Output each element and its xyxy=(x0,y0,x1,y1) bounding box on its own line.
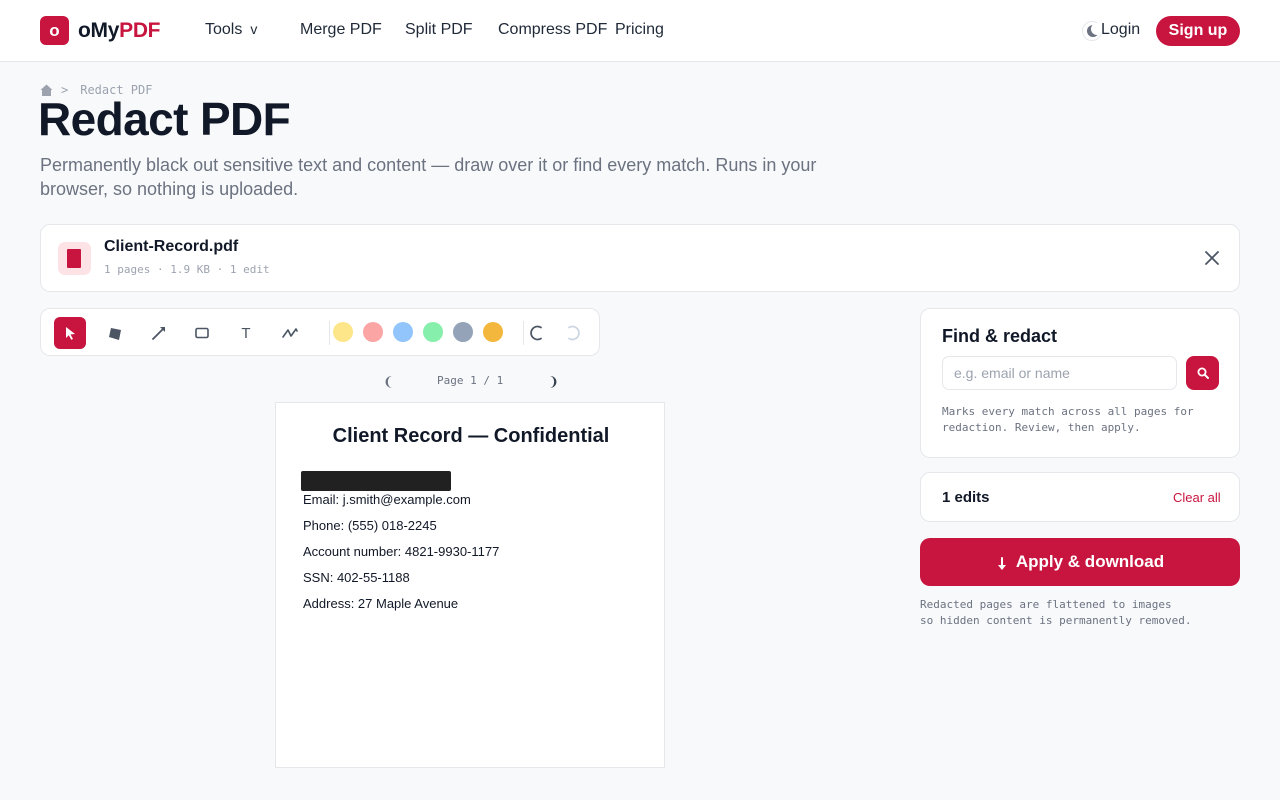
document-line: SSN: 402-55-1188 xyxy=(303,570,410,585)
select-tool-button[interactable] xyxy=(54,317,86,349)
redo-icon xyxy=(568,325,580,341)
undo-icon xyxy=(530,325,542,341)
file-card: Client-Record.pdf 1 pages · 1.9 KB · 1 e… xyxy=(40,224,1240,292)
previous-page-button[interactable]: ❨ xyxy=(383,374,394,390)
document-line: Address: 27 Maple Avenue xyxy=(303,596,459,611)
nav-merge-pdf[interactable]: Merge PDF xyxy=(300,21,382,39)
document-line: Phone: (555) 018-2245 xyxy=(303,518,437,533)
apply-and-download-button[interactable]: Apply & download xyxy=(920,538,1240,586)
document-title: Client Record — Confidential xyxy=(332,425,610,447)
top-navigation-bar: o oMyPDF Tools v Merge PDF Split PDF Comp… xyxy=(0,0,1280,62)
logo[interactable]: o oMyPDF xyxy=(40,16,161,45)
undo-button[interactable] xyxy=(521,317,553,349)
redo-button[interactable] xyxy=(557,317,589,349)
edits-count: 1 edits xyxy=(942,489,990,506)
signup-button[interactable]: Sign up xyxy=(1156,16,1240,46)
color-swatch-gray[interactable] xyxy=(453,322,473,342)
chevron-down-icon: v xyxy=(250,21,258,37)
eraser-tool-button[interactable] xyxy=(99,317,131,349)
logo-text-accent: PDF xyxy=(119,18,161,42)
close-icon[interactable] xyxy=(1203,249,1221,267)
nav-compress-pdf[interactable]: Compress PDF xyxy=(498,21,607,39)
pdf-file-icon xyxy=(58,242,91,275)
logo-text-main: oMy xyxy=(78,18,120,42)
apply-button-label: Apply & download xyxy=(1015,552,1165,571)
diagonal-arrow-icon xyxy=(152,327,165,340)
cursor-icon xyxy=(66,327,75,340)
file-meta: 1 pages · 1.9 KB · 1 edit xyxy=(104,263,270,276)
find-panel-title: Find & redact xyxy=(942,326,1058,346)
document-line: Account number: 4821-9930-1177 xyxy=(303,544,500,559)
page-indicator: Page 1 / 1 xyxy=(437,374,504,387)
color-swatch-orange[interactable] xyxy=(483,322,503,342)
nav-tools-menu[interactable]: Tools v xyxy=(205,21,257,39)
edits-summary-panel: 1 edits Clear all xyxy=(920,472,1240,522)
color-swatch-blue[interactable] xyxy=(393,322,413,342)
rectangle-icon xyxy=(195,327,209,339)
pdf-page-preview[interactable]: Client Record — Confidential Email: j.sm… xyxy=(275,402,665,768)
nav-pricing[interactable]: Pricing xyxy=(615,21,664,39)
page-title: Redact PDF xyxy=(38,93,291,145)
search-icon xyxy=(1197,367,1209,379)
color-swatch-pink[interactable] xyxy=(363,322,383,342)
download-arrow-icon xyxy=(997,556,1006,570)
apply-note: Redacted pages are flattened to images s… xyxy=(920,598,1192,627)
document-line: Email: j.smith@example.com xyxy=(303,492,471,507)
rectangle-tool-button[interactable] xyxy=(186,317,218,349)
logo-badge: o xyxy=(40,16,69,45)
next-page-button[interactable]: ❩ xyxy=(548,374,559,390)
logo-text: oMyPDF xyxy=(78,18,161,43)
nav-tools-label: Tools xyxy=(205,21,243,38)
draw-tool-button[interactable] xyxy=(274,317,306,349)
eraser-icon xyxy=(109,328,121,340)
find-search-button[interactable] xyxy=(1186,356,1219,390)
file-name: Client-Record.pdf xyxy=(104,238,239,255)
redaction-box[interactable] xyxy=(301,471,451,491)
text-tool-icon: T xyxy=(241,324,251,342)
login-link[interactable]: Login xyxy=(1101,21,1140,39)
toolbar-divider xyxy=(329,321,330,345)
color-swatch-yellow[interactable] xyxy=(333,322,353,342)
color-swatch-green[interactable] xyxy=(423,322,443,342)
moon-icon[interactable] xyxy=(1082,21,1103,41)
find-search-input[interactable] xyxy=(942,356,1177,390)
text-tool-button[interactable]: T xyxy=(230,317,262,349)
find-and-redact-panel: Find & redact Marks every match across a… xyxy=(920,308,1240,458)
page-subtitle: Permanently black out sensitive text and… xyxy=(40,155,817,199)
freehand-icon xyxy=(282,328,298,338)
clear-all-button[interactable]: Clear all xyxy=(1173,490,1221,505)
find-panel-hint: Marks every match across all pages for r… xyxy=(942,405,1194,434)
nav-split-pdf[interactable]: Split PDF xyxy=(405,21,473,39)
arrow-tool-button[interactable] xyxy=(143,317,175,349)
redaction-toolbar: T xyxy=(40,308,600,356)
